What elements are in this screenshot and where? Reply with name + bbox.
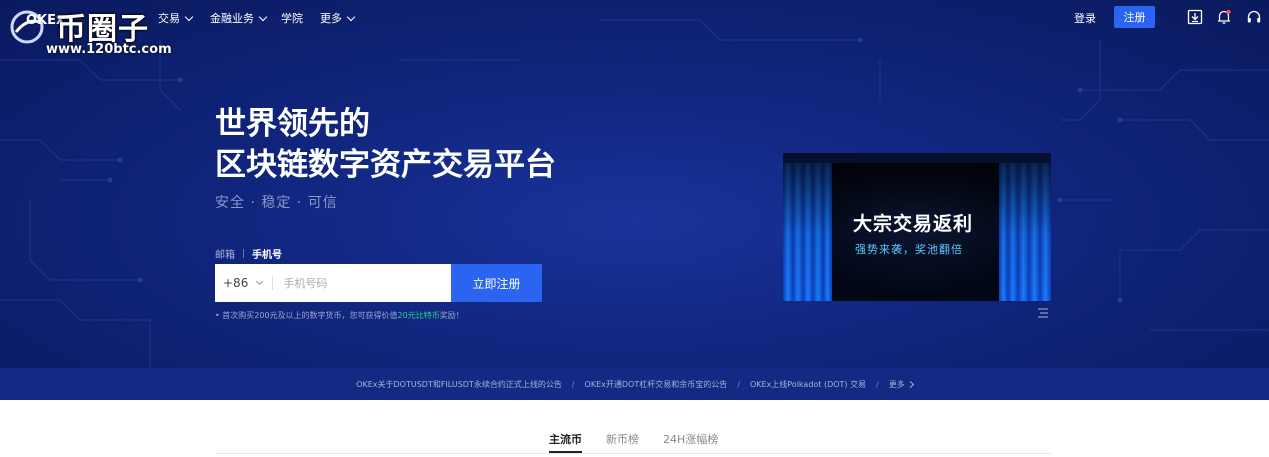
announcement-bar: OKEx关于DOTUSDT和FILUSDT永续合约正式上线的公告 / OKEx开…	[0, 368, 1269, 400]
nav-finance-label: 金融业务	[210, 12, 254, 25]
signup-tip: • 首次购买200元及以上的数字货币，您可获得价值20元比特币奖励！	[215, 311, 464, 320]
tab-email[interactable]: 邮箱	[215, 246, 235, 261]
banner-title: 大宗交易返利	[853, 213, 974, 235]
tab-divider-line	[215, 453, 1051, 454]
tab-24h-gainers[interactable]: 24H涨幅榜	[663, 431, 718, 447]
nav-trade[interactable]: 交易	[158, 10, 194, 26]
phone-signup-form: +86	[215, 264, 451, 302]
tip-prefix: 首次购买200元及以上的数字货币，您可获得价值	[222, 311, 398, 320]
nav-academy[interactable]: 学院	[281, 10, 303, 26]
chevron-down-icon	[184, 12, 194, 21]
announcement-separator: /	[571, 379, 575, 389]
phone-input[interactable]	[281, 275, 446, 291]
announcement-item[interactable]: OKEx关于DOTUSDT和FILUSDT永续合约正式上线的公告	[356, 379, 562, 390]
headset-icon[interactable]	[1246, 9, 1262, 25]
country-code-select[interactable]: +86	[223, 276, 264, 290]
more-label: 更多	[888, 379, 905, 389]
field-divider	[272, 276, 274, 290]
hero-section: OKEx 币圈子 www.120btc.com 交易 金融业务 学院 更多 登录…	[0, 0, 1269, 368]
nav-trade-label: 交易	[158, 12, 180, 25]
headline-line-1: 世界领先的	[215, 106, 370, 142]
tab-mainstream[interactable]: 主流币	[549, 431, 582, 447]
nav-academy-label: 学院	[281, 12, 303, 25]
banner-subtitle: 强势来袭，奖池翻倍	[855, 243, 963, 256]
announcement-item[interactable]: OKEx开通DOT杠杆交易和余币宝的公告	[585, 379, 728, 390]
headline-line-2: 区块链数字资产交易平台	[215, 147, 556, 183]
chevron-down-icon	[256, 277, 264, 286]
announcement-more-link[interactable]: 更多	[888, 379, 914, 390]
list-icon[interactable]	[1037, 307, 1049, 319]
tab-phone[interactable]: 手机号	[252, 246, 282, 261]
promo-banner[interactable]: 大宗交易返利 强势来袭，奖池翻倍	[783, 153, 1051, 301]
nav-more-label: 更多	[320, 12, 342, 25]
tip-highlight: 20元比特币	[397, 311, 440, 320]
watermark-url: www.120btc.com	[46, 42, 172, 57]
login-button[interactable]: 登录	[1074, 10, 1096, 26]
download-icon[interactable]	[1187, 9, 1203, 25]
chevron-right-icon	[906, 380, 914, 388]
register-button[interactable]: 注册	[1114, 6, 1155, 28]
announcement-separator: /	[737, 379, 740, 389]
nav-finance[interactable]: 金融业务	[210, 10, 268, 26]
circuit-background	[0, 19, 1269, 368]
signup-tabs: 邮箱 手机号	[215, 246, 282, 261]
chevron-down-icon	[258, 12, 268, 21]
nav-more[interactable]: 更多	[320, 10, 356, 26]
hero-headline: 世界领先的 区块链数字资产交易平台	[215, 104, 556, 186]
tip-suffix: 奖励！	[439, 311, 464, 320]
hero-tagline: 安全 · 稳定 · 可信	[215, 195, 338, 211]
tab-new-coins[interactable]: 新币榜	[606, 431, 639, 447]
bell-icon[interactable]	[1216, 9, 1232, 25]
announcement-separator: /	[876, 379, 879, 389]
announcement-item[interactable]: OKEx上线Polkadot (DOT) 交易	[750, 379, 866, 390]
signup-button[interactable]: 立即注册	[451, 264, 542, 302]
chevron-down-icon	[346, 12, 356, 21]
tab-divider	[243, 249, 244, 258]
country-code-value: +86	[223, 276, 249, 290]
